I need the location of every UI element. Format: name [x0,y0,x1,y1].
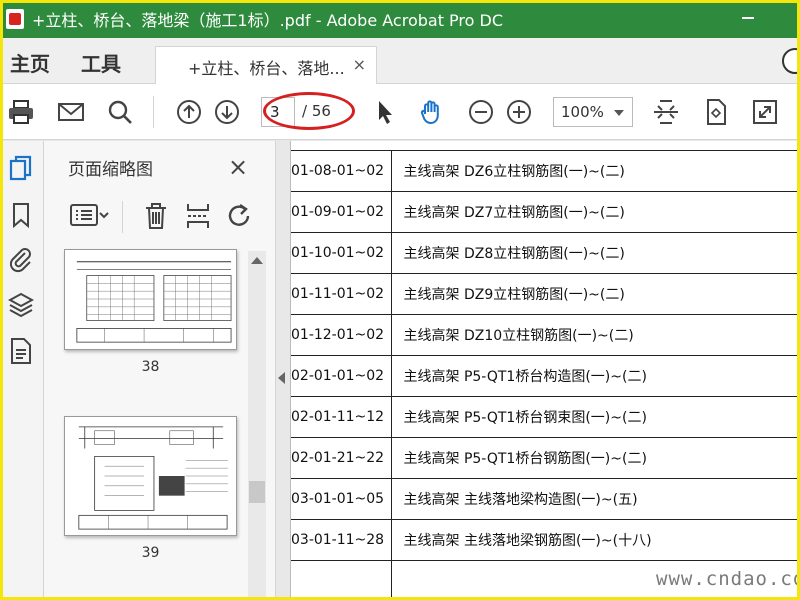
panel-title: 页面缩略图 [68,160,153,180]
select-arrow-icon[interactable] [371,98,399,126]
table-row: 01-09-01~02 主线高架 DZ7立柱钢筋图(一)~(二) [291,191,797,233]
document-tab-label: +立柱、桥台、落地... [188,59,345,78]
table-row: 01-10-01~02 主线高架 DZ8立柱钢筋图(一)~(二) [291,232,797,274]
bookmark-icon[interactable] [8,201,34,229]
annotation-ellipse [263,92,355,130]
drawing-number: 03-01-11~28 [291,519,392,561]
attachment-icon[interactable] [8,245,34,273]
delete-icon[interactable] [142,201,170,231]
scroll-up-icon[interactable] [251,257,263,264]
thumbnail-page-38[interactable] [64,249,237,350]
table-row: 02-01-01~02 主线高架 P5-QT1桥台构造图(一)~(二) [291,355,797,397]
navigation-pane [0,141,44,600]
drawing-title: 主线高架 DZ7立柱钢筋图(一)~(二) [390,191,797,233]
minimize-button[interactable] [742,17,754,19]
drawing-title: 主线高架 P5-QT1桥台构造图(一)~(二) [390,355,797,397]
drawing-number: 02-01-21~22 [291,437,392,479]
fullscreen-icon[interactable] [751,98,779,126]
rotate-icon[interactable] [226,201,254,231]
drawing-title: 主线高架 DZ9立柱钢筋图(一)~(二) [390,273,797,315]
table-row: 01-11-01~02 主线高架 DZ9立柱钢筋图(一)~(二) [291,273,797,315]
thumbnails-panel: 页面缩略图 × 38 39 [44,141,276,600]
drawing-number: 01-09-01~02 [291,191,392,233]
document-view[interactable]: 01-08-01~02 主线高架 DZ6立柱钢筋图(一)~(二) 01-09-01~… [290,141,797,597]
watermark: www.cndao.com [656,568,800,590]
panel-divider [122,201,123,233]
zoom-out-icon[interactable] [467,98,495,126]
drawing-title: 主线高架 DZ8立柱钢筋图(一)~(二) [390,232,797,274]
home-tab[interactable]: 主页 [10,48,50,77]
options-icon[interactable] [70,201,110,231]
scroll-thumb[interactable] [249,481,265,503]
close-panel-icon[interactable]: × [228,153,248,181]
drawing-number: 01-10-01~02 [291,232,392,274]
drawing-number: 01-12-01~02 [291,314,392,356]
content-icon[interactable] [8,337,34,365]
drawing-number: 02-01-11~12 [291,396,392,438]
pages-icon[interactable] [8,155,34,183]
toolbar-divider [153,96,154,128]
drawing-index-table: 01-08-01~02 主线高架 DZ6立柱钢筋图(一)~(二) 01-09-01~… [291,150,797,597]
fit-page-icon[interactable] [652,98,680,126]
menu-bar: 主页 工具 +立柱、桥台、落地... × [0,38,800,84]
layers-icon[interactable] [7,291,35,319]
thumbnails-scrollbar[interactable] [248,251,266,600]
drawing-number: 02-01-01~02 [291,355,392,397]
table-row: 03-01-01~05 主线高架 主线落地梁构造图(一)~(五) [291,478,797,520]
hand-icon[interactable] [418,98,446,126]
drawing-title: 主线高架 DZ6立柱钢筋图(一)~(二) [390,150,797,192]
thumbnail-page-39[interactable] [64,416,237,536]
help-icon[interactable] [782,48,800,74]
table-row: 01-08-01~02 主线高架 DZ6立柱钢筋图(一)~(二) [291,150,797,192]
email-icon[interactable] [57,98,85,126]
drawing-title: 主线高架 P5-QT1桥台钢束图(一)~(二) [390,396,797,438]
tools-tab[interactable]: 工具 [81,48,121,77]
title-bar: +立柱、桥台、落地梁（施工1标）.pdf - Adobe Acrobat Pro… [0,0,800,38]
drawing-title: 主线高架 主线落地梁钢筋图(一)~(十八) [390,519,797,561]
table-row: 02-01-21~22 主线高架 P5-QT1桥台钢筋图(一)~(二) [291,437,797,479]
extract-icon[interactable] [184,201,212,231]
toolbar: 3 / 56 100% [0,84,800,140]
close-tab-icon[interactable]: × [353,55,366,74]
page-down-icon[interactable] [213,98,241,126]
drawing-number: 01-11-01~02 [291,273,392,315]
pdf-file-icon [6,9,24,29]
document-tab[interactable]: +立柱、桥台、落地... × [155,46,377,84]
table-row: 02-01-11~12 主线高架 P5-QT1桥台钢束图(一)~(二) [291,396,797,438]
drawing-title: 主线高架 P5-QT1桥台钢筋图(一)~(二) [390,437,797,479]
chevron-down-icon [614,110,624,116]
table-row: 03-01-11~28 主线高架 主线落地梁钢筋图(一)~(十八) [291,519,797,561]
rotate-page-icon[interactable] [702,98,730,126]
table-row: 01-12-01~02 主线高架 DZ10立柱钢筋图(一)~(二) [291,314,797,356]
zoom-value: 100% [561,103,604,121]
thumbnail-page-number: 38 [141,359,160,375]
drawing-number: 01-08-01~02 [291,150,392,192]
thumbnail-page-number: 39 [141,545,160,561]
search-icon[interactable] [106,98,134,126]
drawing-number: 03-01-01~05 [291,478,392,520]
zoom-in-icon[interactable] [505,98,533,126]
drawing-number [291,560,392,597]
print-icon[interactable] [7,98,35,126]
collapse-panel-icon[interactable] [278,372,285,384]
drawing-title: 主线高架 DZ10立柱钢筋图(一)~(二) [390,314,797,356]
drawing-title: 主线高架 主线落地梁构造图(一)~(五) [390,478,797,520]
zoom-select[interactable]: 100% [553,97,633,127]
page-up-icon[interactable] [175,98,203,126]
window-title: +立柱、桥台、落地梁（施工1标）.pdf - Adobe Acrobat Pro… [32,11,504,30]
